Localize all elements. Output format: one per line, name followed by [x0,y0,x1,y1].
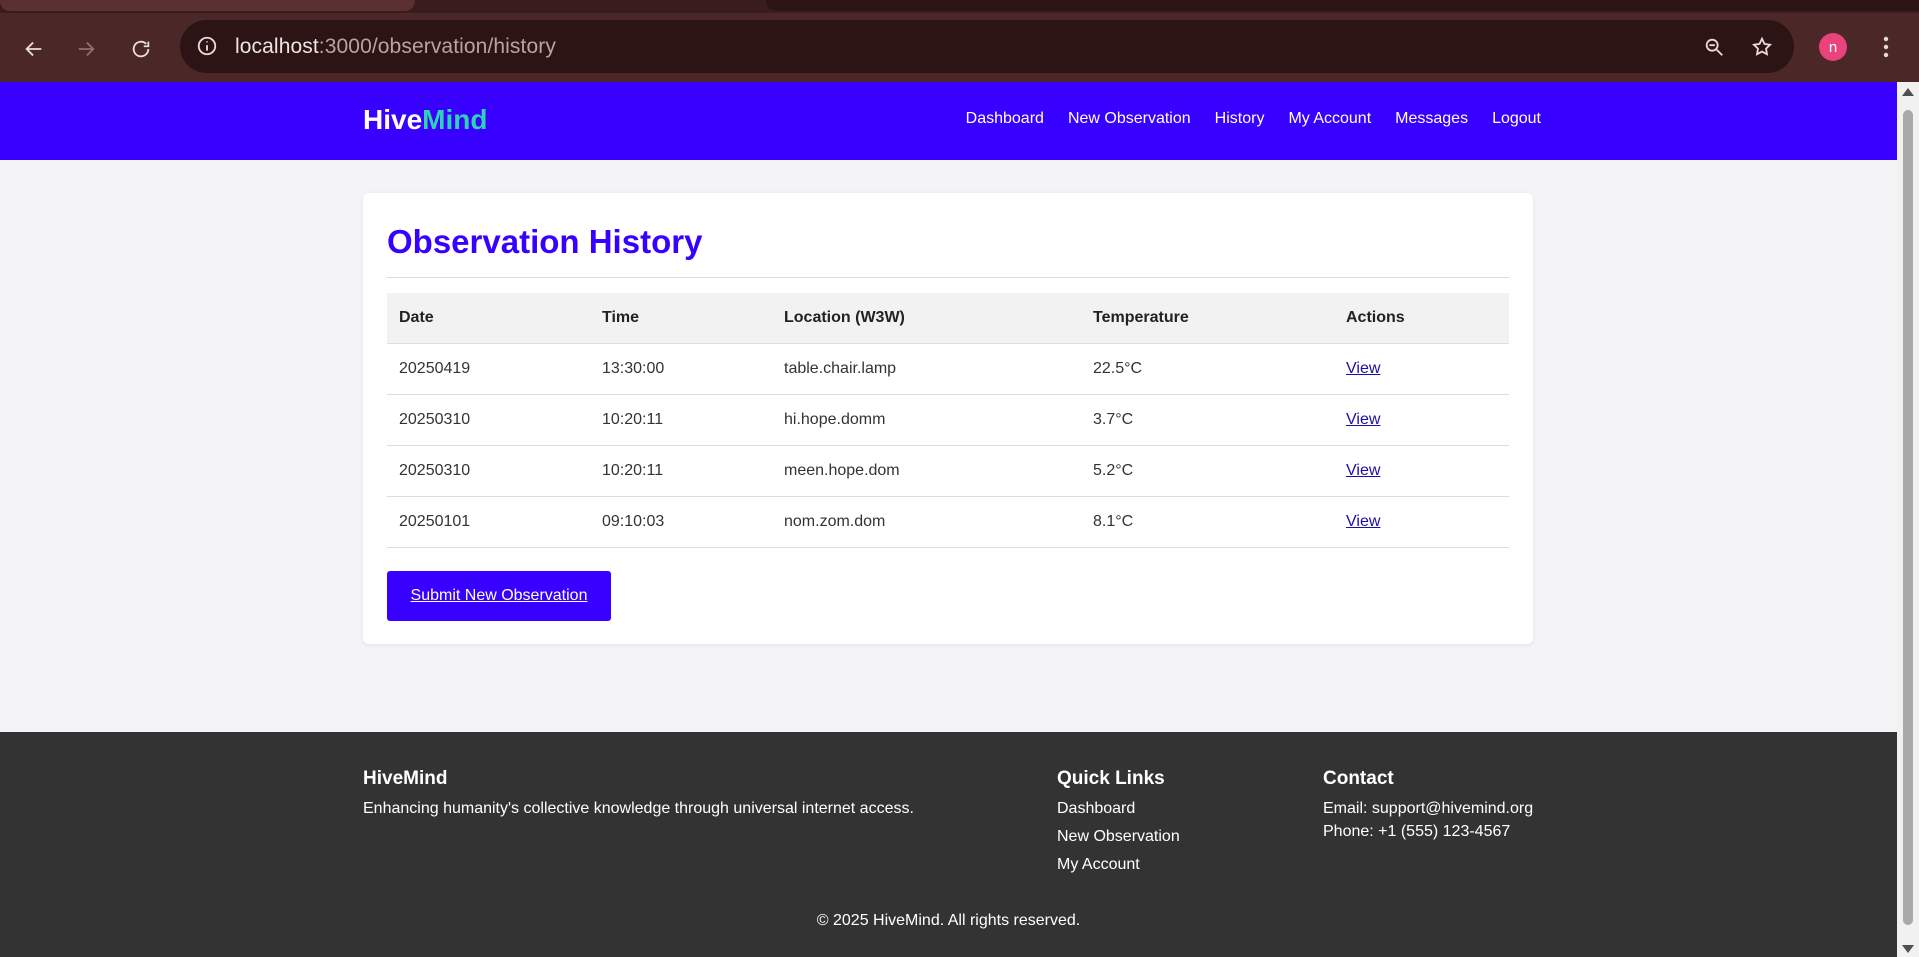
footer-quick-links: Quick Links Dashboard New Observation My… [1057,768,1180,884]
column-header-actions: Actions [1334,293,1509,344]
footer-link-dashboard[interactable]: Dashboard [1057,800,1180,818]
footer-brand-title: HiveMind [363,768,448,789]
scroll-up-arrow-icon[interactable] [1902,88,1914,96]
view-link[interactable]: View [1346,462,1380,479]
footer-contact: Contact Email: support@hivemind.org Phon… [1323,768,1533,846]
browser-tab[interactable] [0,0,415,11]
url-text[interactable]: localhost:3000/observation/history [235,35,556,59]
scroll-down-arrow-icon[interactable] [1902,945,1914,953]
column-header-location: Location (W3W) [772,293,1081,344]
cell-time: 10:20:11 [590,394,772,446]
cell-time: 10:20:11 [590,445,772,497]
cell-actions: View [1334,496,1509,548]
page-scrollbar[interactable] [1897,82,1919,957]
table-row: 20250310 10:20:11 hi.hope.domm 3.7°C Vie… [387,394,1509,446]
logo-main-text: Hive [363,104,423,135]
footer-copyright: © 2025 HiveMind. All rights reserved. [816,912,1081,929]
browser-menu-icon[interactable] [1874,33,1898,61]
cell-location: hi.hope.domm [772,394,1081,446]
profile-avatar[interactable]: n [1819,33,1847,61]
footer-phone: Phone: +1 (555) 123-4567 [1323,823,1511,840]
url-host: localhost [235,35,319,58]
browser-tab-strip [0,0,1919,13]
main-nav: Dashboard New Observation History My Acc… [966,110,1541,128]
footer-email: Email: support@hivemind.org [1323,800,1534,817]
site-info-icon[interactable] [194,33,220,59]
site-header: HiveMind Dashboard New Observation Histo… [0,82,1897,160]
scroll-thumb[interactable] [1903,110,1913,925]
nav-logout[interactable]: Logout [1492,110,1541,128]
forward-icon[interactable] [69,32,103,66]
cell-date: 20250419 [387,343,590,395]
logo-accent-text: Mind [422,104,488,135]
table-row: 20250310 10:20:11 meen.hope.dom 5.2°C Vi… [387,445,1509,497]
footer-brand-text: Enhancing humanity's collective knowledg… [363,800,914,817]
cell-actions: View [1334,394,1509,446]
nav-new-observation[interactable]: New Observation [1068,110,1191,128]
column-header-time: Time [590,293,772,344]
table-header-row: Date Time Location (W3W) Temperature Act… [387,293,1509,344]
zoom-icon[interactable] [1700,33,1728,61]
submit-new-observation-button[interactable]: Submit New Observation [387,571,611,621]
cell-location: meen.hope.dom [772,445,1081,497]
view-link[interactable]: View [1346,513,1380,530]
cell-temperature: 22.5°C [1081,343,1334,395]
cell-actions: View [1334,445,1509,497]
cell-actions: View [1334,343,1509,395]
cell-date: 20250310 [387,394,590,446]
footer-link-my-account[interactable]: My Account [1057,856,1180,874]
cell-temperature: 5.2°C [1081,445,1334,497]
address-bar[interactable]: localhost:3000/observation/history [180,20,1794,73]
cell-location: table.chair.lamp [772,343,1081,395]
site-logo[interactable]: HiveMind [363,104,487,136]
cell-time: 13:30:00 [590,343,772,395]
footer-brand: HiveMind Enhancing humanity's collective… [363,768,914,818]
nav-messages[interactable]: Messages [1395,110,1468,128]
nav-my-account[interactable]: My Account [1288,110,1371,128]
back-icon[interactable] [17,32,51,66]
table-row: 20250101 09:10:03 nom.zom.dom 8.1°C View [387,496,1509,548]
nav-dashboard[interactable]: Dashboard [966,110,1044,128]
column-header-date: Date [387,293,590,344]
cell-temperature: 3.7°C [1081,394,1334,446]
page-title: Observation History [387,223,703,260]
cell-date: 20250101 [387,496,590,548]
history-table: Date Time Location (W3W) Temperature Act… [387,293,1509,548]
browser-tab[interactable] [766,0,1919,11]
cell-date: 20250310 [387,445,590,497]
browser-toolbar: localhost:3000/observation/history n [0,13,1919,82]
view-link[interactable]: View [1346,360,1380,377]
cell-time: 09:10:03 [590,496,772,548]
column-header-temperature: Temperature [1081,293,1334,344]
nav-history[interactable]: History [1215,110,1265,128]
page-viewport: HiveMind Dashboard New Observation Histo… [0,82,1897,957]
profile-initial: n [1828,38,1838,56]
site-footer: HiveMind Enhancing humanity's collective… [0,732,1897,957]
table-row: 20250419 13:30:00 table.chair.lamp 22.5°… [387,343,1509,395]
title-divider [387,277,1509,278]
footer-links-title: Quick Links [1057,768,1165,789]
bookmark-star-icon[interactable] [1748,33,1776,61]
cell-temperature: 8.1°C [1081,496,1334,548]
url-path: :3000/observation/history [318,35,556,58]
footer-contact-title: Contact [1323,768,1394,789]
cell-location: nom.zom.dom [772,496,1081,548]
reload-icon[interactable] [124,32,158,66]
history-card: Observation History Date Time Location (… [363,193,1533,644]
footer-link-new-observation[interactable]: New Observation [1057,828,1180,846]
view-link[interactable]: View [1346,411,1380,428]
